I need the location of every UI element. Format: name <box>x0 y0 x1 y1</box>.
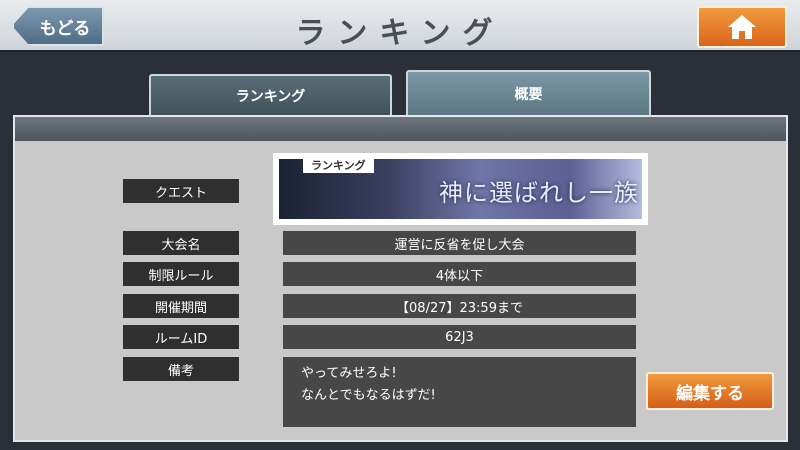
quest-label: クエスト <box>123 179 239 203</box>
tournament-name-label: 大会名 <box>123 231 239 255</box>
note-line: やってみせろよ! <box>301 366 397 381</box>
restriction-rule-label: 制限ルール <box>123 262 239 286</box>
overview-panel: クエスト ランキング 神に選ばれし一族 大会名 運営に反省を促し大会 制限ルール… <box>13 115 788 442</box>
restriction-rule-value: 4体以下 <box>283 262 636 286</box>
room-id-value: 62J3 <box>283 325 636 349</box>
panel-header-bar <box>15 117 786 141</box>
edit-button[interactable]: 編集する <box>646 372 774 410</box>
period-value: 【08/27】23:59まで <box>283 294 636 318</box>
banner-title: 神に選ばれし一族 <box>439 179 639 207</box>
note-text: やってみせろよ! なんとでもなるはずだ! <box>283 357 636 427</box>
note-label: 備考 <box>123 357 239 381</box>
page-title: ランキング <box>295 16 505 51</box>
home-button[interactable] <box>697 6 787 48</box>
banner-tag: ランキング <box>303 159 374 173</box>
header-bar: もどる ランキング <box>0 0 800 52</box>
tab-overview[interactable]: 概要 <box>406 70 651 116</box>
period-label: 開催期間 <box>123 294 239 318</box>
room-id-label: ルームID <box>123 325 239 349</box>
quest-banner[interactable]: ランキング 神に選ばれし一族 <box>273 153 648 225</box>
tab-ranking[interactable]: ランキング <box>149 74 392 116</box>
note-line: なんとでもなるはずだ! <box>301 388 436 403</box>
home-icon <box>728 15 756 39</box>
tournament-name-value: 運営に反省を促し大会 <box>283 231 636 255</box>
quest-banner-image: ランキング 神に選ばれし一族 <box>279 159 642 219</box>
